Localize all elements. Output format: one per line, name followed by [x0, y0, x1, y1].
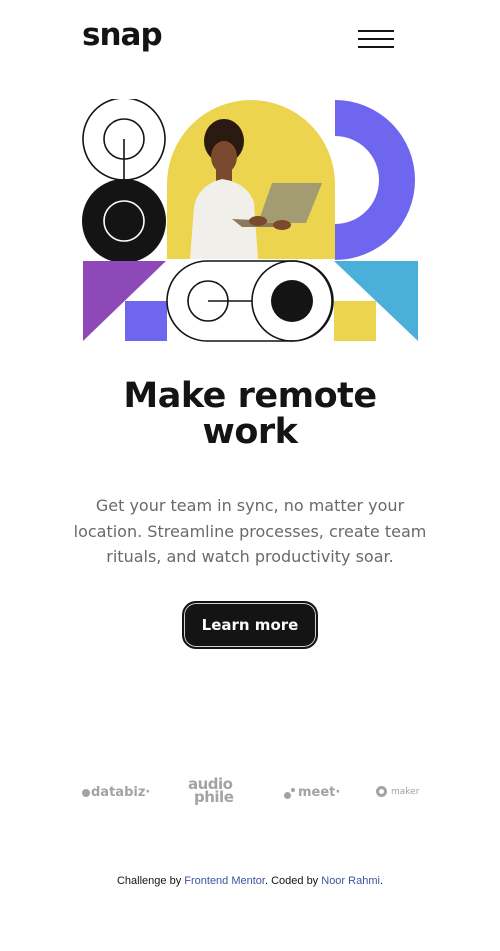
- databiz-wordmark: databiz: [91, 785, 146, 800]
- audiophile-line2: phile: [194, 788, 234, 806]
- hero-description: Get your team in sync, no matter your lo…: [73, 496, 427, 566]
- attribution-suffix: .: [379, 875, 383, 887]
- snap-logo[interactable]: snap: [82, 18, 163, 52]
- meet-trailing-mark: ·: [335, 785, 341, 800]
- hero-title: Make remote work: [0, 378, 500, 450]
- maker-wordmark: maker: [391, 786, 420, 797]
- attribution-prefix: Challenge by: [116, 875, 185, 887]
- client-logos: databiz · audio phile meet · maker: [82, 777, 419, 810]
- menu-bar-top: [358, 30, 394, 32]
- attribution: Challenge by Frontend Mentor. Coded by N…: [0, 875, 500, 887]
- black-circle: [82, 179, 166, 263]
- databiz-mark-icon: [82, 788, 90, 797]
- hamburger-menu-icon[interactable]: [358, 30, 394, 52]
- audiophile-logo: audio phile: [188, 777, 234, 806]
- databiz-trailing-mark: ·: [145, 785, 151, 800]
- learn-more-button[interactable]: Learn more: [182, 601, 318, 649]
- yellow-square: [334, 301, 376, 341]
- menu-bar-bottom: [358, 46, 394, 48]
- author-link[interactable]: Noor Rahmi: [321, 875, 380, 887]
- purple-square: [125, 301, 167, 341]
- site-header: snap: [82, 18, 394, 58]
- frontend-mentor-link[interactable]: Frontend Mentor: [184, 875, 265, 887]
- meet-logo: meet ·: [284, 785, 340, 800]
- attribution-middle: . Coded by: [264, 875, 322, 887]
- meet-mark-icon: [284, 787, 296, 799]
- purple-half-disc: [335, 100, 415, 260]
- menu-bar-middle: [358, 38, 394, 40]
- hero-title-line1: Make remote: [123, 376, 377, 416]
- black-dot-right: [271, 280, 313, 322]
- maker-logo: maker: [376, 786, 419, 797]
- hero-illustration: [82, 99, 418, 342]
- databiz-logo: databiz ·: [82, 785, 150, 800]
- meet-wordmark: meet: [298, 785, 336, 800]
- hero-title-line2: work: [202, 412, 298, 452]
- maker-mark-icon: [376, 786, 387, 797]
